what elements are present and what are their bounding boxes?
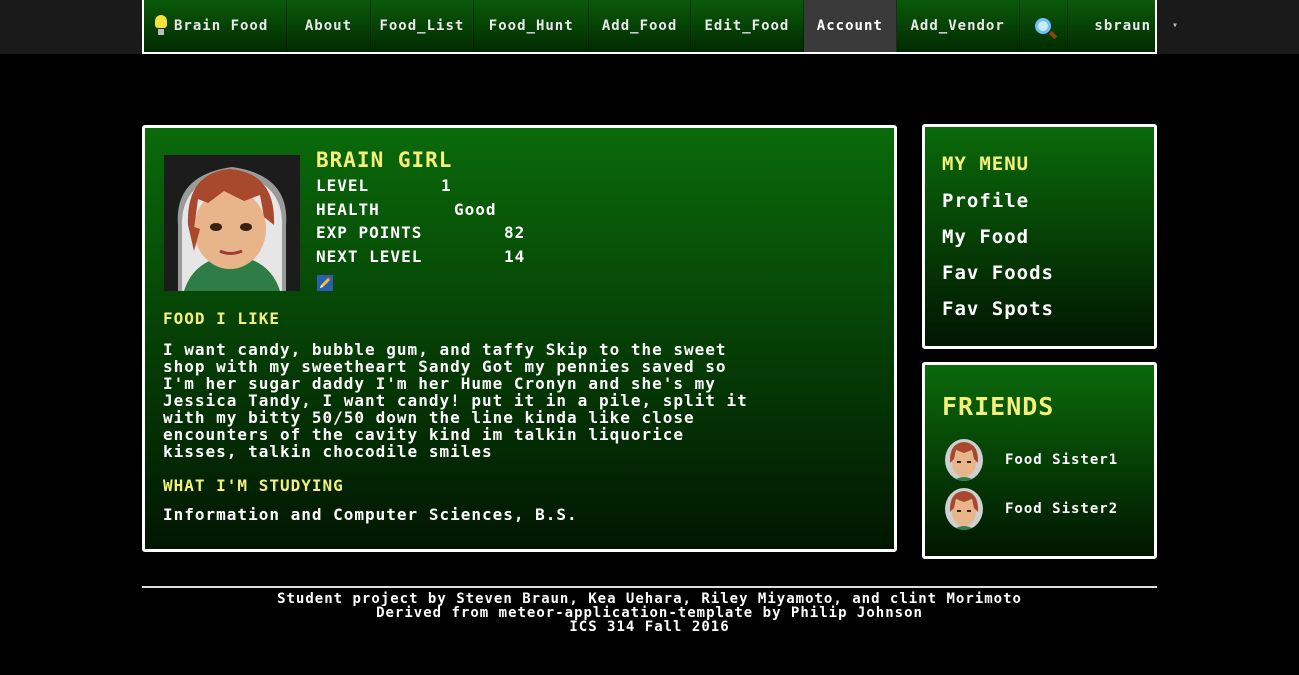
friend-item[interactable]: Food Sister2 <box>945 488 1118 530</box>
food-heading: FOOD I LIKE <box>163 309 280 328</box>
stat-label: EXP POINTS <box>316 223 423 242</box>
brand-label: Brain Food <box>174 18 269 34</box>
stat-health: HEALTH Good <box>316 200 525 224</box>
stat-label: HEALTH <box>316 199 380 219</box>
stat-value: 82 <box>504 223 526 242</box>
friend-item[interactable]: Food Sister1 <box>945 439 1118 481</box>
menu-item-profile[interactable]: Profile <box>942 190 1029 212</box>
stat-value: Good <box>454 199 497 219</box>
nav-add-food[interactable]: Add_Food <box>589 0 691 52</box>
friends-panel: FRIENDS Food Sister1 Food Sister2 <box>922 362 1157 559</box>
stat-exp-points: EXP POINTS 82 <box>316 223 525 247</box>
nav-food-list[interactable]: Food_List <box>371 0 475 52</box>
stat-next-level: NEXT LEVEL 14 <box>316 247 525 271</box>
friend-name: Food Sister1 <box>1005 452 1119 468</box>
food-description: I want candy, bubble gum, and taffy Skip… <box>163 341 748 460</box>
caret-down-icon[interactable]: ▾ <box>1172 20 1178 31</box>
lightbulb-icon <box>154 15 168 37</box>
profile-panel: BRAIN GIRL LEVEL 1 HEALTH Good EXP POINT… <box>142 125 897 552</box>
food-line: Jessica Tandy, I want candy! put it in a… <box>163 391 748 410</box>
nav-food-hunt[interactable]: Food_Hunt <box>474 0 590 52</box>
footer-credits: Student project by Steven Braun, Kea Ueh… <box>277 591 1022 607</box>
footer-divider <box>142 586 1157 588</box>
profile-avatar <box>164 155 300 291</box>
brand-link[interactable]: Brain Food <box>144 0 288 52</box>
food-line: encounters of the cavity kind im talkin … <box>163 425 685 444</box>
friend-name: Food Sister2 <box>1005 501 1119 517</box>
magnifier-icon <box>1035 18 1052 34</box>
friend-avatar <box>945 488 983 530</box>
stat-value: 1 <box>441 176 452 195</box>
stat-level: LEVEL 1 <box>316 176 525 200</box>
friend-avatar <box>945 439 983 481</box>
food-line: I want candy, bubble gum, and taffy Skip… <box>163 340 727 359</box>
menu-title: MY MENU <box>942 153 1030 175</box>
navbar: Brain Food About Food_List Food_Hunt Add… <box>0 0 1299 54</box>
nav-account[interactable]: Account <box>804 0 897 52</box>
footer: Student project by Steven Braun, Kea Ueh… <box>142 592 1157 634</box>
menu-item-fav-foods[interactable]: Fav Foods <box>942 262 1054 284</box>
stats-list: LEVEL 1 HEALTH Good EXP POINTS 82 NEXT L… <box>316 176 525 270</box>
food-line: shop with my sweetheart Sandy Got my pen… <box>163 357 727 376</box>
footer-course: ICS 314 Fall 2016 <box>569 619 730 635</box>
nav-about[interactable]: About <box>287 0 371 52</box>
stat-value: 14 <box>504 246 526 266</box>
search-button[interactable] <box>1020 0 1068 52</box>
food-line: with my bitty 50/50 down the line kinda … <box>163 408 695 427</box>
nav-bar-inner: Brain Food About Food_List Food_Hunt Add… <box>142 0 1157 54</box>
profile-name: BRAIN GIRL <box>316 148 453 172</box>
my-menu-panel: MY MENU Profile My Food Fav Foods Fav Sp… <box>922 124 1157 349</box>
menu-item-fav-spots[interactable]: Fav Spots <box>942 298 1054 320</box>
pencil-edit-icon[interactable] <box>317 275 333 291</box>
friends-title: FRIENDS <box>942 392 1055 421</box>
nav-add-vendor[interactable]: Add_Vendor <box>897 0 1020 52</box>
food-line: kisses, talkin chocodile smiles <box>163 442 493 461</box>
study-heading: WHAT I'M STUDYING <box>163 476 344 495</box>
menu-item-my-food[interactable]: My Food <box>942 226 1029 248</box>
study-text: Information and Computer Sciences, B.S. <box>163 505 578 524</box>
stat-label: NEXT LEVEL <box>316 246 423 266</box>
nav-edit-food[interactable]: Edit_Food <box>691 0 805 52</box>
food-line: I'm her sugar daddy I'm her Hume Cronyn … <box>163 374 716 393</box>
stat-label: LEVEL <box>316 176 370 195</box>
footer-template: Derived from meteor-application-template… <box>376 605 923 621</box>
user-menu[interactable]: sbraun <box>1068 0 1156 52</box>
